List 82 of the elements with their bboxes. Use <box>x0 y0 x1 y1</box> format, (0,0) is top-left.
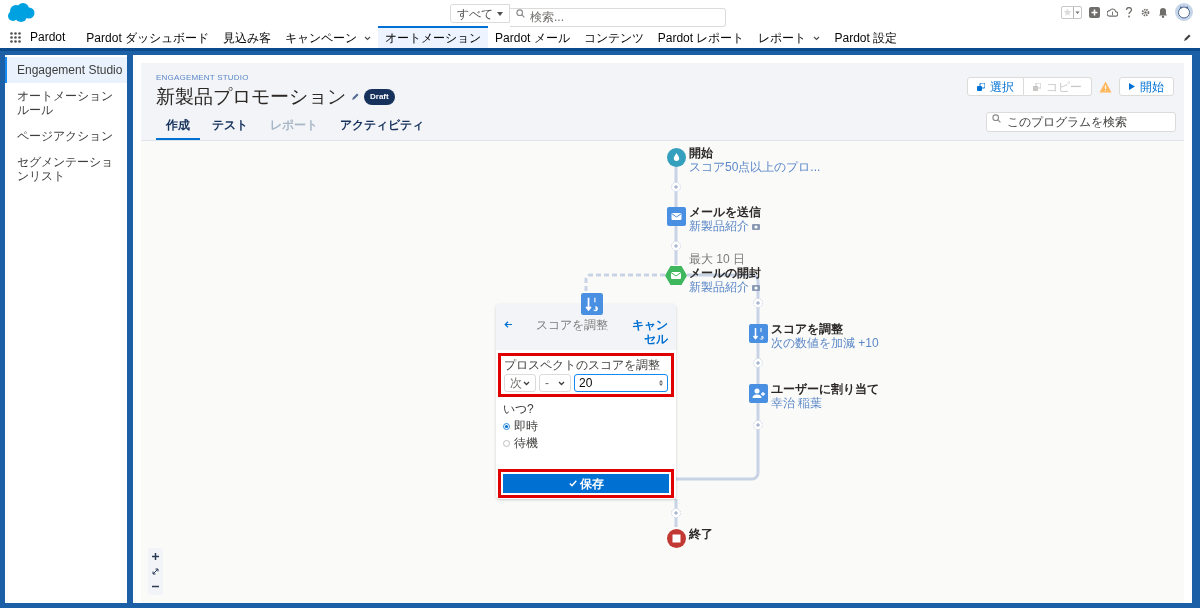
zoom-in-icon[interactable] <box>151 550 160 563</box>
program-search-field[interactable]: このプログラムを検索 <box>986 112 1176 132</box>
node-title[interactable]: スコアを調整 <box>771 322 879 336</box>
star-icon <box>1062 6 1073 18</box>
search-icon <box>516 9 525 18</box>
chevron-icon <box>813 35 821 41</box>
dropdown-field[interactable]: - <box>539 374 571 392</box>
program-title: 新製品プロモーション <box>156 86 346 108</box>
caret-icon <box>1073 6 1081 18</box>
search-field[interactable]: 検索... <box>510 7 726 27</box>
node-title[interactable]: ユーザーに割り当て <box>771 382 879 396</box>
caret-icon <box>497 11 503 16</box>
dropdown-field[interactable]: 次 <box>504 374 536 392</box>
sidebar-item[interactable]: Engagement Studio <box>5 57 127 83</box>
search-scope-dropdown[interactable]: すべて <box>450 4 510 23</box>
chevron-icon <box>523 380 530 386</box>
program-tab[interactable]: テスト <box>202 114 258 140</box>
node-subtitle: 幸治 稲葉 <box>771 396 823 410</box>
assign-user-node-icon[interactable] <box>748 383 768 403</box>
sidebar-item[interactable]: ページアクション <box>5 123 127 149</box>
nav-tab[interactable]: Pardot 設定 <box>827 26 905 48</box>
copy-icon <box>1033 82 1041 91</box>
cancel-link[interactable]: キャンセル <box>630 318 668 346</box>
chevron-icon <box>364 35 372 41</box>
avatar-icon[interactable] <box>1175 3 1193 21</box>
edit-icon[interactable] <box>1183 34 1191 42</box>
nav-tab[interactable]: Pardot レポート <box>650 26 752 48</box>
nav-tab[interactable]: オートメーション <box>378 26 489 48</box>
email-trigger-icon[interactable] <box>665 265 687 285</box>
email-node-icon[interactable] <box>666 206 686 226</box>
settings-icon[interactable] <box>1140 6 1151 18</box>
start-node-icon[interactable] <box>666 147 686 167</box>
add-icon[interactable] <box>1089 6 1100 18</box>
camera-icon[interactable] <box>752 283 760 291</box>
save-button[interactable]: 保存 <box>503 474 669 493</box>
node-note: 最大 10 日 <box>689 252 746 266</box>
sidebar-item[interactable]: セグメンテーションリスト <box>5 149 127 189</box>
play-icon <box>1129 83 1135 90</box>
chevron-icon <box>558 380 565 386</box>
back-icon[interactable] <box>504 321 513 328</box>
action-button[interactable]: 選択 <box>967 77 1024 96</box>
number-field[interactable]: 20 <box>574 374 668 392</box>
camera-icon[interactable] <box>752 222 760 230</box>
app-name: Pardot <box>30 29 66 46</box>
nav-tab[interactable]: 見込み客 <box>216 26 279 48</box>
score-node-icon[interactable] <box>748 323 768 343</box>
panel-title: スコアを調整 <box>534 318 609 332</box>
nav-tab[interactable]: Pardot ダッシュボード <box>79 26 217 48</box>
cloud-logo <box>7 3 35 23</box>
end-node-icon[interactable] <box>666 528 686 548</box>
page-eyebrow: ENGAGEMENT STUDIO <box>156 73 250 83</box>
check-icon <box>568 480 577 487</box>
status-badge: Draft <box>364 89 395 105</box>
nav-tab[interactable]: キャンペーン <box>278 26 379 48</box>
node-title[interactable]: メールの開封 <box>689 266 761 280</box>
program-tab[interactable]: アクティビティ <box>330 114 434 140</box>
warning-icon <box>1099 80 1112 93</box>
search-icon <box>992 114 1001 123</box>
score-node-icon[interactable] <box>581 293 603 315</box>
edit-icon[interactable] <box>351 93 359 101</box>
app-launcher-icon[interactable] <box>10 31 21 43</box>
nav-tab[interactable]: レポート <box>751 26 828 48</box>
fit-icon[interactable] <box>151 565 160 578</box>
notifications-icon[interactable] <box>1158 6 1168 18</box>
sidebar-item[interactable]: オートメーションルール <box>5 83 127 123</box>
help-icon[interactable] <box>1125 6 1133 18</box>
node-title[interactable]: メールを送信 <box>689 205 761 219</box>
node-subtitle: 新製品紹介 <box>689 280 749 294</box>
node-title[interactable]: 終了 <box>689 527 713 541</box>
radio-option[interactable]: 待機 <box>496 436 676 450</box>
radio-option[interactable]: 即時 <box>496 419 676 433</box>
node-subtitle: スコア50点以上のプロ... <box>689 160 821 174</box>
cloud-icon[interactable] <box>1107 6 1118 18</box>
node-title[interactable]: 開始 <box>689 146 821 160</box>
spinner-icon[interactable] <box>659 380 663 386</box>
field-label: いつ? <box>502 402 535 416</box>
nav-tab[interactable]: コンテンツ <box>576 26 651 48</box>
action-button[interactable]: 開始 <box>1119 77 1174 96</box>
nav-tab[interactable]: Pardot メール <box>488 26 577 48</box>
node-subtitle: 新製品紹介 <box>689 219 749 233</box>
node-subtitle: 次の数値を加減 +10 <box>771 336 879 350</box>
field-label: プロスペクトのスコアを調整 <box>504 358 661 372</box>
